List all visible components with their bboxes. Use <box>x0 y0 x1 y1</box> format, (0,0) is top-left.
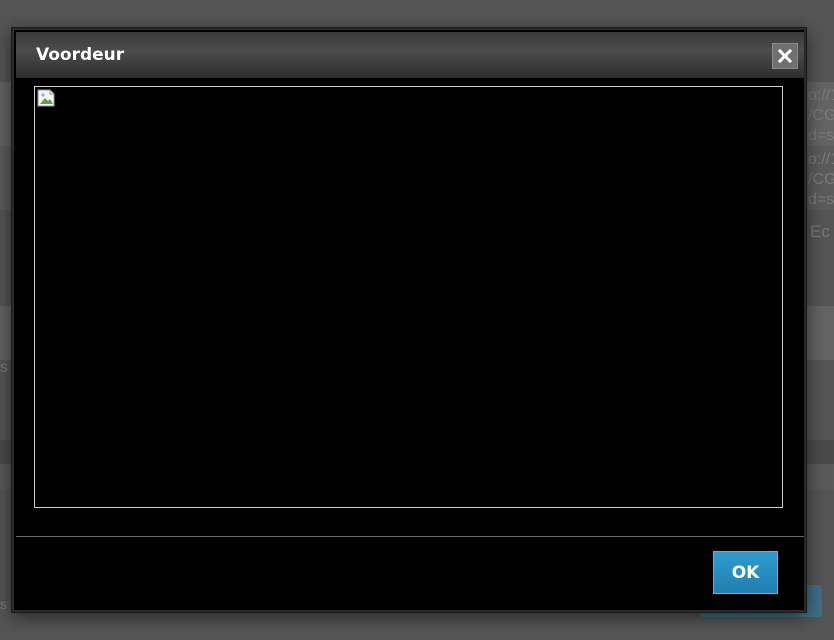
background-text: s <box>0 359 8 376</box>
dialog-titlebar: Voordeur <box>16 32 804 78</box>
ok-button[interactable]: OK <box>713 551 778 594</box>
background-url-text: o://1 /CG d=s <box>808 87 834 144</box>
broken-image-icon <box>37 89 57 107</box>
dialog-title: Voordeur <box>36 45 125 65</box>
modal-dialog: Voordeur OK <box>12 28 806 612</box>
camera-image-frame <box>34 86 783 508</box>
dialog-footer-divider <box>16 536 804 537</box>
close-button[interactable] <box>772 43 798 69</box>
background-text: Ec <box>810 222 830 241</box>
background-url-text: o://1 /CG d=s <box>808 151 834 208</box>
background-text: s <box>0 596 7 612</box>
close-icon <box>778 49 792 63</box>
